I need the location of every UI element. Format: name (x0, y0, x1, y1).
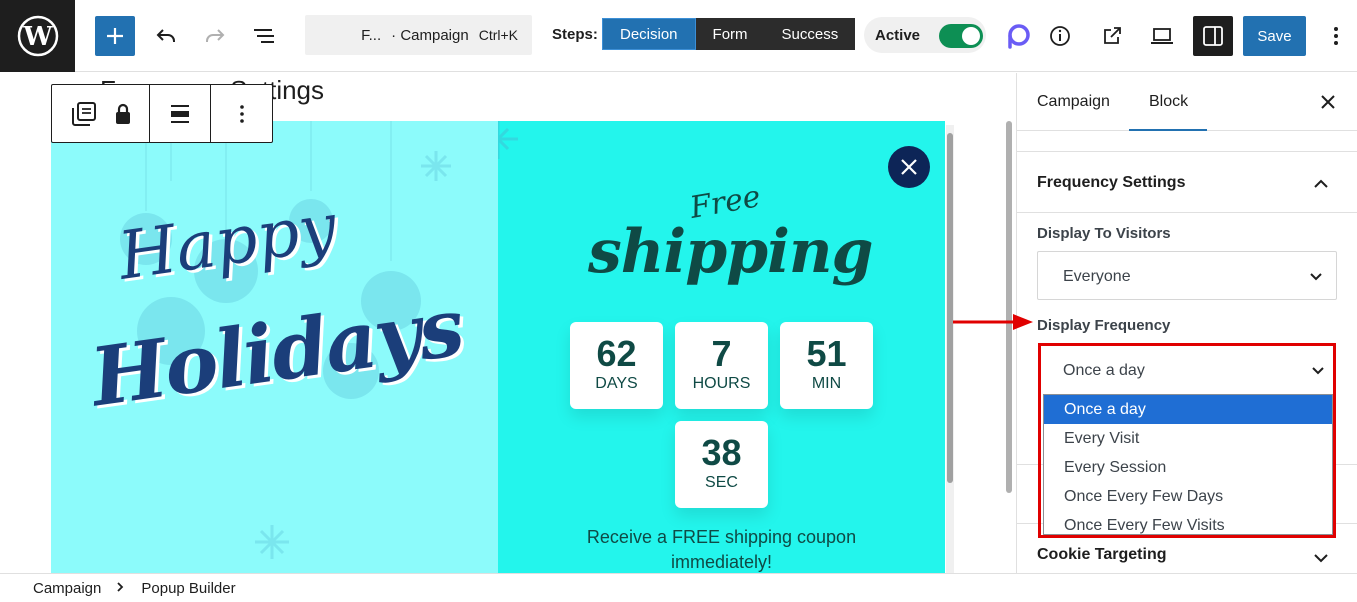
add-block-button[interactable] (95, 16, 135, 56)
editor-app: W F... · Campaign Ctrl+K Steps: Decision… (0, 0, 1357, 602)
breadcrumb-item-campaign[interactable]: Campaign (33, 580, 101, 597)
steps-switcher: Decision Form Success (602, 18, 856, 50)
close-sidebar-button[interactable] (1317, 91, 1339, 113)
document-overview-button[interactable] (248, 20, 280, 52)
save-button[interactable]: Save (1243, 16, 1306, 56)
option-once-every-few-visits[interactable]: Once Every Few Visits (1044, 511, 1332, 534)
tab-campaign[interactable]: Campaign (1037, 93, 1110, 111)
countdown-unit: SEC (705, 474, 738, 491)
align-full-icon (171, 104, 189, 123)
countdown-value: 7 (711, 333, 732, 374)
svg-text:W: W (22, 22, 53, 52)
breadcrumb-item-popup-builder[interactable]: Popup Builder (141, 580, 235, 597)
campaign-status: Active (864, 17, 986, 53)
redo-icon (206, 29, 225, 42)
step-form[interactable]: Form (696, 18, 765, 50)
popup-scrollbar-thumb[interactable] (947, 133, 953, 483)
countdown-unit: HOURS (692, 375, 751, 392)
close-icon (901, 159, 917, 175)
external-link-icon (1104, 27, 1121, 44)
canvas-scrollbar-thumb[interactable] (1006, 121, 1012, 493)
options-menu-button[interactable] (1320, 20, 1352, 52)
command-title: F... (361, 26, 382, 44)
details-button[interactable] (1044, 20, 1076, 52)
command-context: · Campaign (391, 26, 469, 44)
plugin-logo-icon (1008, 24, 1030, 49)
view-external-button[interactable] (1096, 20, 1128, 52)
countdown-unit: MIN (811, 375, 842, 392)
countdown-days: 62 DAYS (570, 322, 663, 409)
block-options-button[interactable] (211, 85, 272, 142)
chevron-down-icon (1314, 554, 1328, 563)
visitors-label: Display To Visitors (1037, 225, 1171, 242)
laptop-icon (1151, 28, 1173, 44)
popup-scrollbar[interactable] (946, 125, 954, 573)
countdown-minutes: 51 MIN (780, 322, 873, 409)
sidebar-tabs: Campaign Block (1017, 73, 1357, 131)
settings-sidebar-toggle[interactable] (1193, 16, 1233, 56)
align-button[interactable] (150, 85, 211, 142)
step-decision[interactable]: Decision (602, 18, 696, 50)
more-vertical-icon (239, 104, 244, 123)
undo-button[interactable] (150, 20, 182, 52)
popup-block-icon[interactable] (69, 99, 99, 129)
countdown-value: 62 (596, 333, 637, 374)
more-vertical-icon (1334, 27, 1338, 45)
tab-block[interactable]: Block (1149, 93, 1188, 111)
device-preview-button[interactable] (1146, 20, 1178, 52)
editor-canvas: Frequency Settings (0, 73, 1015, 573)
plugin-logo-button[interactable] (1002, 20, 1034, 52)
sidebar-icon (1203, 26, 1223, 46)
redo-button[interactable] (199, 20, 231, 52)
chevron-down-icon (1312, 367, 1324, 375)
visitors-value: Everyone (1063, 268, 1131, 285)
list-view-icon (254, 29, 274, 43)
step-success[interactable]: Success (765, 18, 856, 50)
command-shortcut: Ctrl+K (478, 27, 518, 43)
status-label: Active (875, 26, 921, 44)
undo-icon (156, 29, 175, 42)
top-toolbar: W F... · Campaign Ctrl+K Steps: Decision… (0, 0, 1357, 72)
panel-title: Cookie Targeting (1037, 546, 1167, 563)
block-toolbar (51, 84, 273, 143)
frequency-panel-header[interactable]: Frequency Settings (1017, 151, 1357, 213)
countdown-value: 38 (701, 432, 742, 473)
command-palette[interactable]: F... · Campaign Ctrl+K (305, 15, 532, 55)
popup-headline: shipping (588, 217, 873, 287)
option-every-session[interactable]: Every Session (1044, 453, 1332, 482)
annotation-arrow-icon (953, 314, 1033, 330)
visitors-select[interactable]: Everyone (1037, 251, 1337, 300)
chevron-right-icon (115, 580, 125, 596)
info-icon (1050, 26, 1070, 46)
frequency-value: Once a day (1063, 362, 1145, 379)
countdown-value: 51 (806, 333, 847, 374)
frequency-select[interactable]: Once a day (1041, 346, 1333, 394)
frequency-label: Display Frequency (1037, 317, 1171, 334)
chevron-up-icon (1314, 179, 1328, 188)
frequency-highlight-box: Once a day Once a day Every Visit Every … (1038, 343, 1336, 538)
countdown-seconds: 38 SEC (675, 421, 768, 508)
plus-icon (107, 28, 123, 44)
close-icon (1321, 95, 1335, 109)
option-once-a-day[interactable]: Once a day (1044, 395, 1332, 424)
popup-close-button[interactable] (888, 146, 930, 188)
option-every-visit[interactable]: Every Visit (1044, 424, 1332, 453)
panel-title: Frequency Settings (1037, 174, 1186, 191)
wordpress-logo-icon[interactable]: W (0, 0, 75, 72)
active-tab-indicator (1129, 129, 1207, 131)
block-type-group (52, 85, 150, 142)
option-once-every-few-days[interactable]: Once Every Few Days (1044, 482, 1332, 511)
active-toggle[interactable] (939, 24, 983, 48)
breadcrumb: Campaign Popup Builder (0, 573, 1357, 602)
coupon-text: Receive a FREE shipping coupon immediate… (586, 527, 857, 572)
lock-icon[interactable] (113, 103, 133, 125)
countdown-unit: DAYS (595, 375, 638, 392)
frequency-options-list: Once a day Every Visit Every Session Onc… (1043, 394, 1333, 535)
settings-sidebar: Campaign Block Frequency Settings Displa… (1016, 73, 1357, 573)
countdown-hours: 7 HOURS (675, 322, 768, 409)
steps-label: Steps: (552, 26, 598, 43)
chevron-down-icon (1310, 273, 1322, 281)
